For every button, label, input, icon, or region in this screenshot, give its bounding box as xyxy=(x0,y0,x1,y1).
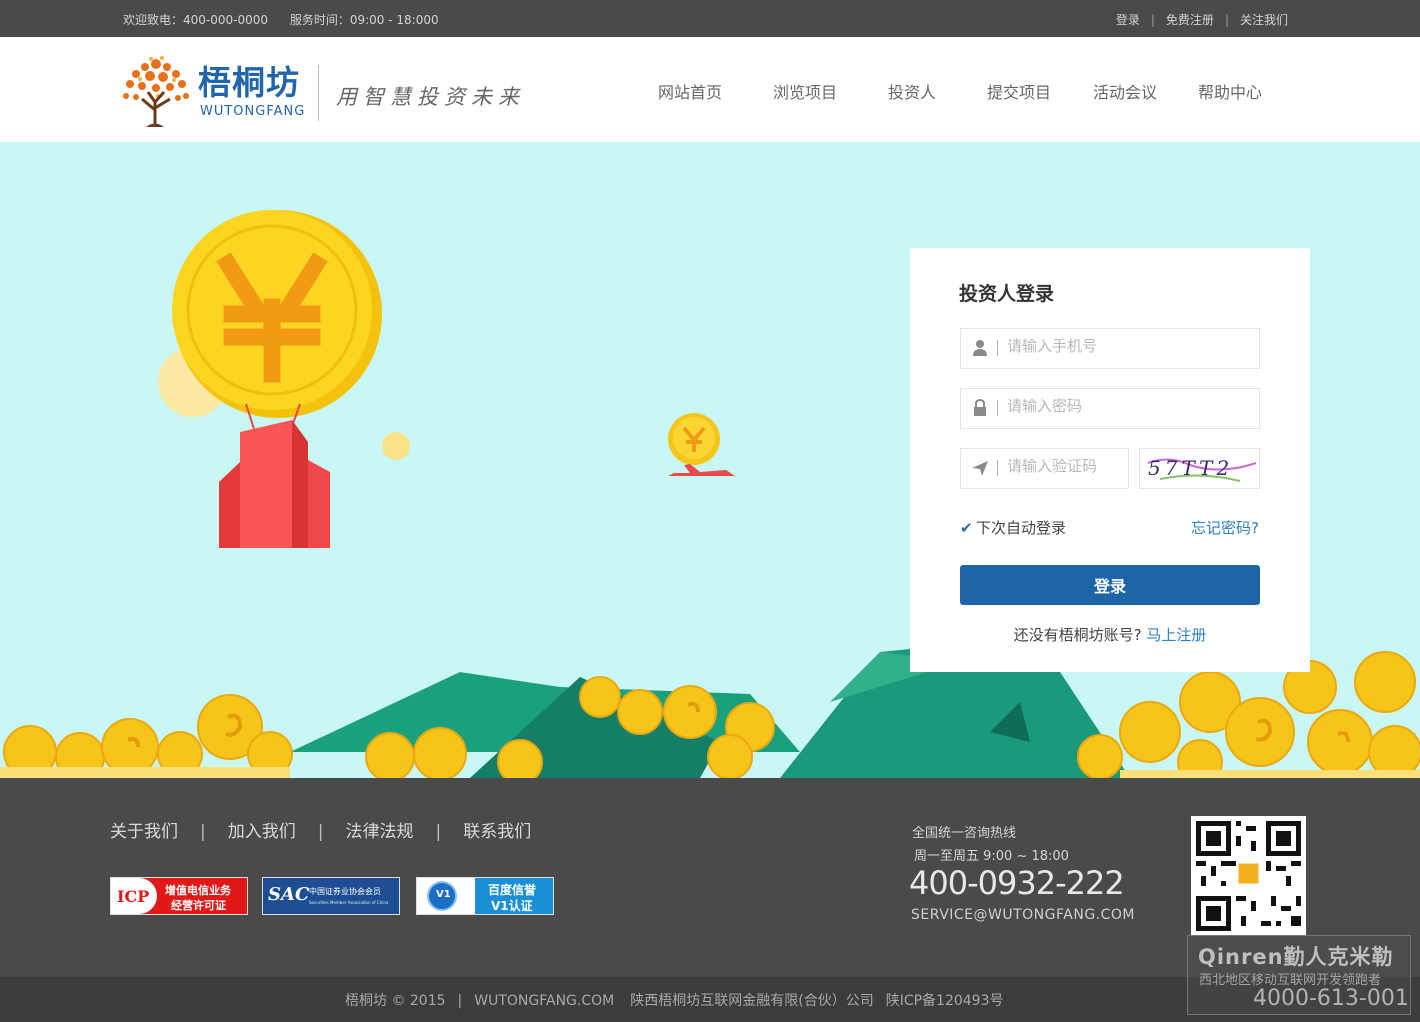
register-text: 还没有梧桐坊账号? xyxy=(1013,626,1142,644)
nav-submit-project[interactable]: 提交项目 xyxy=(987,79,1051,103)
watermark-phone: 4000-613-001 xyxy=(1253,986,1409,1011)
footer-links: 关于我们 | 加入我们 | 法律法规 | 联系我们 xyxy=(110,817,531,842)
register-link[interactable]: 马上注册 xyxy=(1146,626,1206,644)
icp-badge-line2: 经营许可证 xyxy=(171,899,226,912)
sac-badge-line2: Securities Member Association of China xyxy=(309,900,389,905)
icp-badge-logo: ICP xyxy=(117,887,150,906)
top-separator: | xyxy=(1224,13,1229,27)
top-bar-links: 登录 | 免费注册 | 关注我们 xyxy=(1116,11,1288,28)
sac-badge[interactable]: SAC 中国证券业协会会员 Securities Member Associat… xyxy=(262,877,400,915)
sac-badge-line1: 中国证券业协会会员 xyxy=(309,887,381,896)
copyright-company: 陕西梧桐坊互联网金融有限(合伙）公司 xyxy=(630,993,874,1009)
copyright-separator: | xyxy=(457,993,463,1009)
captcha-image[interactable]: 57TT2 xyxy=(1139,448,1260,489)
footer-contact-link[interactable]: 联系我们 xyxy=(463,822,531,842)
top-bar: 欢迎致电：400-000-0000 服务时间：09:00 - 18:000 登录… xyxy=(0,0,1420,37)
icp-badge[interactable]: ICP 增值电信业务 经营许可证 xyxy=(110,877,248,915)
qr-code-icon xyxy=(1191,816,1306,936)
footer-about-link[interactable]: 关于我们 xyxy=(110,822,178,842)
footer-legal-link[interactable]: 法律法规 xyxy=(345,822,413,842)
register-prompt: 还没有梧桐坊账号? 马上注册 xyxy=(910,624,1310,645)
nav-events[interactable]: 活动会议 xyxy=(1093,79,1157,103)
qinren-watermark: Qinren勤人克米勒 西北地区移动互联网开发领跑者 4000-613-001 xyxy=(1187,935,1411,1015)
hotline-label: 全国统一咨询热线 xyxy=(912,826,1017,841)
field-divider xyxy=(997,340,998,356)
contact-email[interactable]: SERVICE@WUTONGFANG.COM xyxy=(911,907,1135,923)
captcha-text: 57TT2 xyxy=(1148,456,1233,480)
nav-investors[interactable]: 投资人 xyxy=(888,79,936,103)
service-hours: 周一至周五 9:00 ~ 18:00 xyxy=(914,849,1069,864)
top-follow-link[interactable]: 关注我们 xyxy=(1240,13,1288,27)
check-icon: ✔ xyxy=(960,519,973,537)
captcha-graphic: 57TT2 xyxy=(1147,456,1257,482)
footer-join-link[interactable]: 加入我们 xyxy=(228,822,296,842)
phone-input[interactable] xyxy=(1007,337,1247,355)
baidu-badge-logo: V1 xyxy=(436,889,451,900)
site-header: 梧桐坊 WUTONGFANG 用智慧投资未来 网站首页 浏览项目 投资人 提交项… xyxy=(0,37,1420,142)
nav-browse-projects[interactable]: 浏览项目 xyxy=(773,79,837,103)
contact-phone: 400-0932-222 xyxy=(909,864,1125,902)
footer-separator: | xyxy=(435,822,442,842)
captcha-input[interactable] xyxy=(1007,457,1117,475)
remember-label: 下次自动登录 xyxy=(976,519,1067,537)
baidu-badge-line2: V1认证 xyxy=(491,899,533,913)
login-panel: 投资人登录 57TT2 ✔下次自动登录 忘记密码? 登 xyxy=(910,248,1310,672)
user-icon xyxy=(973,340,987,356)
top-register-link[interactable]: 免费注册 xyxy=(1166,13,1214,27)
qr-code xyxy=(1191,816,1306,936)
captcha-field[interactable] xyxy=(960,448,1129,489)
field-divider xyxy=(997,460,998,476)
watermark-brand: Qinren勤人克米勒 xyxy=(1198,945,1394,969)
hotline-text: 欢迎致电：400-000-0000 xyxy=(123,13,269,27)
baidu-badge-line1: 百度信誉 xyxy=(488,883,537,897)
baidu-v1-badge[interactable]: V1 百度信誉 V1认证 xyxy=(416,877,554,915)
top-bar-info: 欢迎致电：400-000-0000 服务时间：09:00 - 18:000 xyxy=(123,11,457,28)
airplane-icon xyxy=(668,413,735,476)
copyright-brand: 梧桐坊 © 2015 xyxy=(345,993,446,1009)
service-hours-text: 服务时间：09:00 - 18:000 xyxy=(289,13,439,27)
forgot-password-link[interactable]: 忘记密码? xyxy=(1191,517,1259,538)
login-title: 投资人登录 xyxy=(959,283,1055,305)
footer-separator: | xyxy=(317,822,324,842)
password-input[interactable] xyxy=(1007,397,1247,415)
field-divider xyxy=(997,400,998,416)
top-separator: | xyxy=(1150,13,1155,27)
building-basket-icon xyxy=(219,420,330,548)
login-button[interactable]: 登录 xyxy=(960,565,1260,605)
nav-help[interactable]: 帮助中心 xyxy=(1198,79,1262,103)
top-login-link[interactable]: 登录 xyxy=(1116,13,1140,27)
phone-field[interactable] xyxy=(960,328,1260,369)
main-nav: 网站首页 浏览项目 投资人 提交项目 活动会议 帮助中心 xyxy=(0,37,1420,142)
sac-badge-logo: SAC xyxy=(268,884,310,905)
icp-badge-line1: 增值电信业务 xyxy=(165,884,231,897)
lock-icon xyxy=(974,399,986,416)
footer-separator: | xyxy=(200,822,206,842)
copyright-domain: WUTONGFANG.COM xyxy=(474,993,615,1009)
password-field[interactable] xyxy=(960,388,1260,429)
remember-me-checkbox[interactable]: ✔ 下次自动登录 xyxy=(960,517,1066,538)
hero-banner: 投资人登录 57TT2 ✔下次自动登录 忘记密码? 登 xyxy=(0,142,1420,778)
nav-home[interactable]: 网站首页 xyxy=(658,79,722,103)
copyright-icp: 陕ICP备120493号 xyxy=(885,993,1004,1009)
send-icon xyxy=(972,461,988,476)
